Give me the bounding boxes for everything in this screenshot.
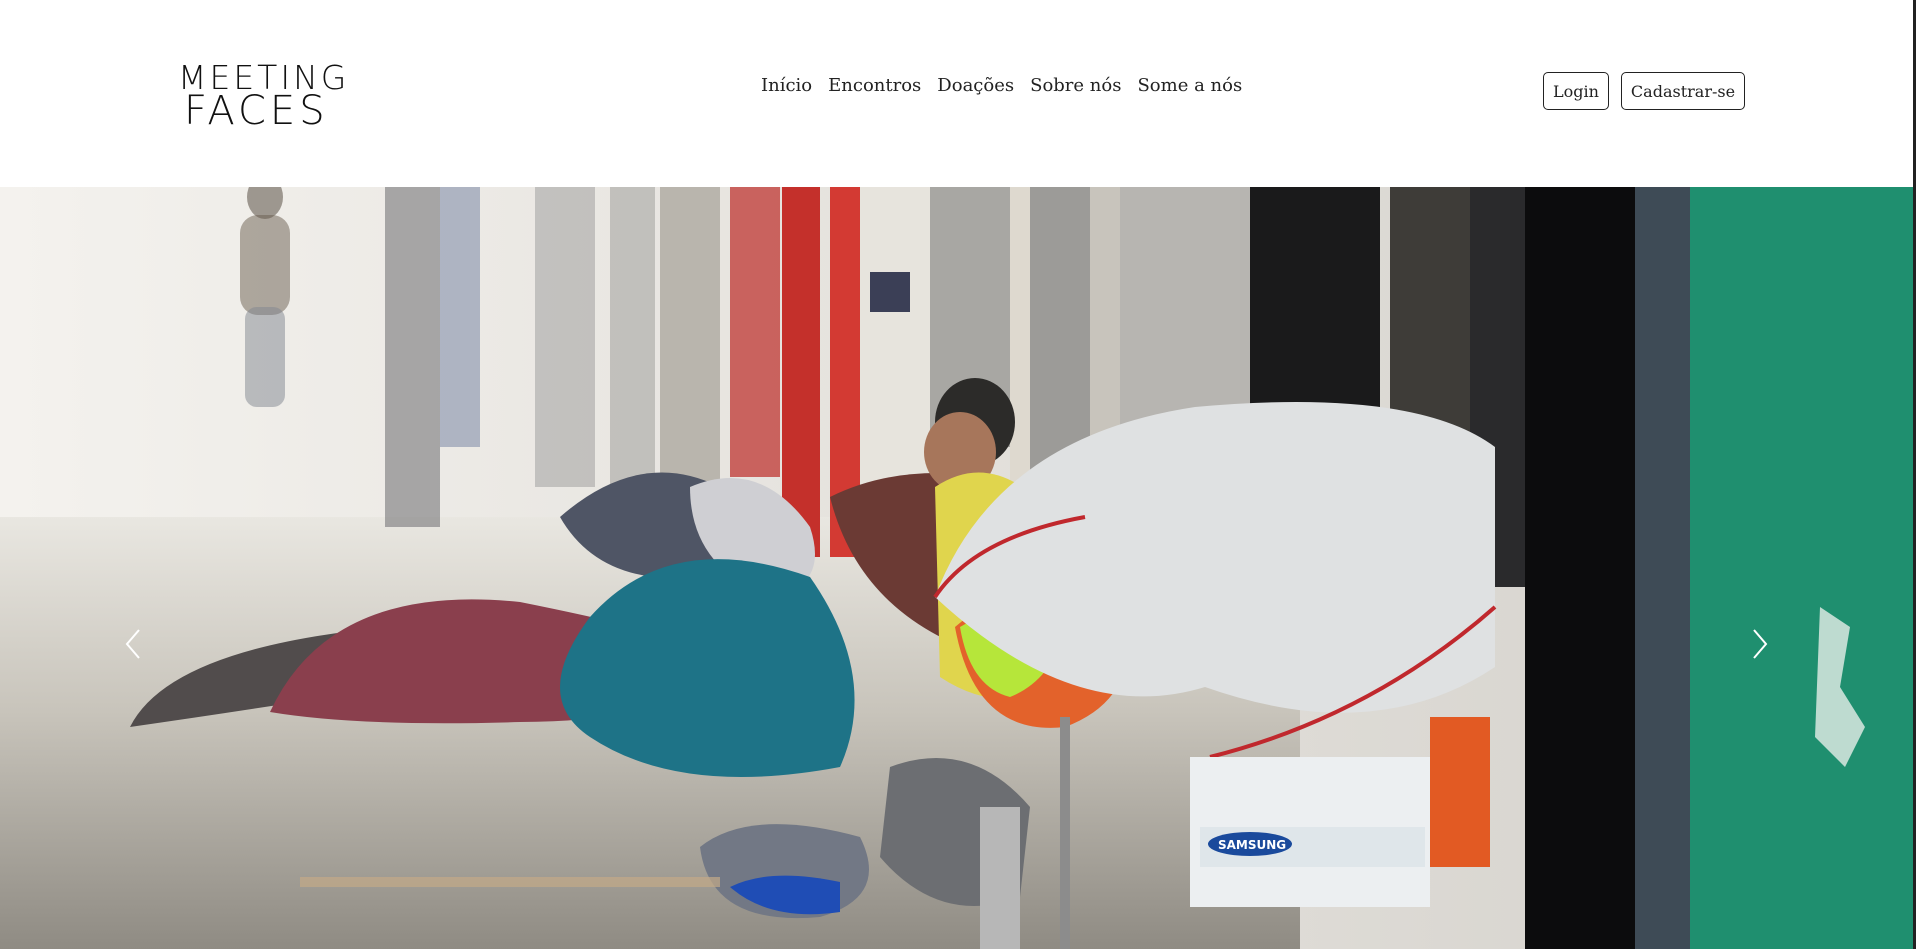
site-logo[interactable]: MEETING FACES: [178, 58, 358, 134]
carousel-prev-button[interactable]: [123, 627, 163, 687]
nav-link-some-a-nos[interactable]: Some a nós: [1129, 75, 1250, 101]
page: MEETING FACES Início Encontros Doações S…: [0, 0, 1916, 949]
logo-line-faces: FACES: [184, 88, 329, 134]
signup-button[interactable]: Cadastrar-se: [1620, 72, 1746, 110]
auth-buttons: Login Cadastrar-se: [1543, 72, 1746, 110]
hero-image: SAMSUNG: [0, 187, 1913, 949]
nav-link-doacoes[interactable]: Doações: [929, 75, 1022, 101]
nav-link-inicio[interactable]: Início: [761, 75, 820, 101]
samsung-box-label: SAMSUNG: [1218, 838, 1286, 852]
nav-link-encontros[interactable]: Encontros: [820, 75, 929, 101]
site-header: MEETING FACES Início Encontros Doações S…: [0, 0, 1916, 187]
main-nav: Início Encontros Doações Sobre nós Some …: [761, 75, 1250, 101]
chevron-left-icon: [125, 629, 140, 659]
login-button[interactable]: Login: [1543, 72, 1609, 110]
hero-carousel: SAMSUNG: [0, 187, 1913, 949]
chevron-right-icon: [1753, 629, 1768, 659]
nav-link-sobre-nos[interactable]: Sobre nós: [1022, 75, 1129, 101]
carousel-next-button[interactable]: [1750, 627, 1790, 687]
